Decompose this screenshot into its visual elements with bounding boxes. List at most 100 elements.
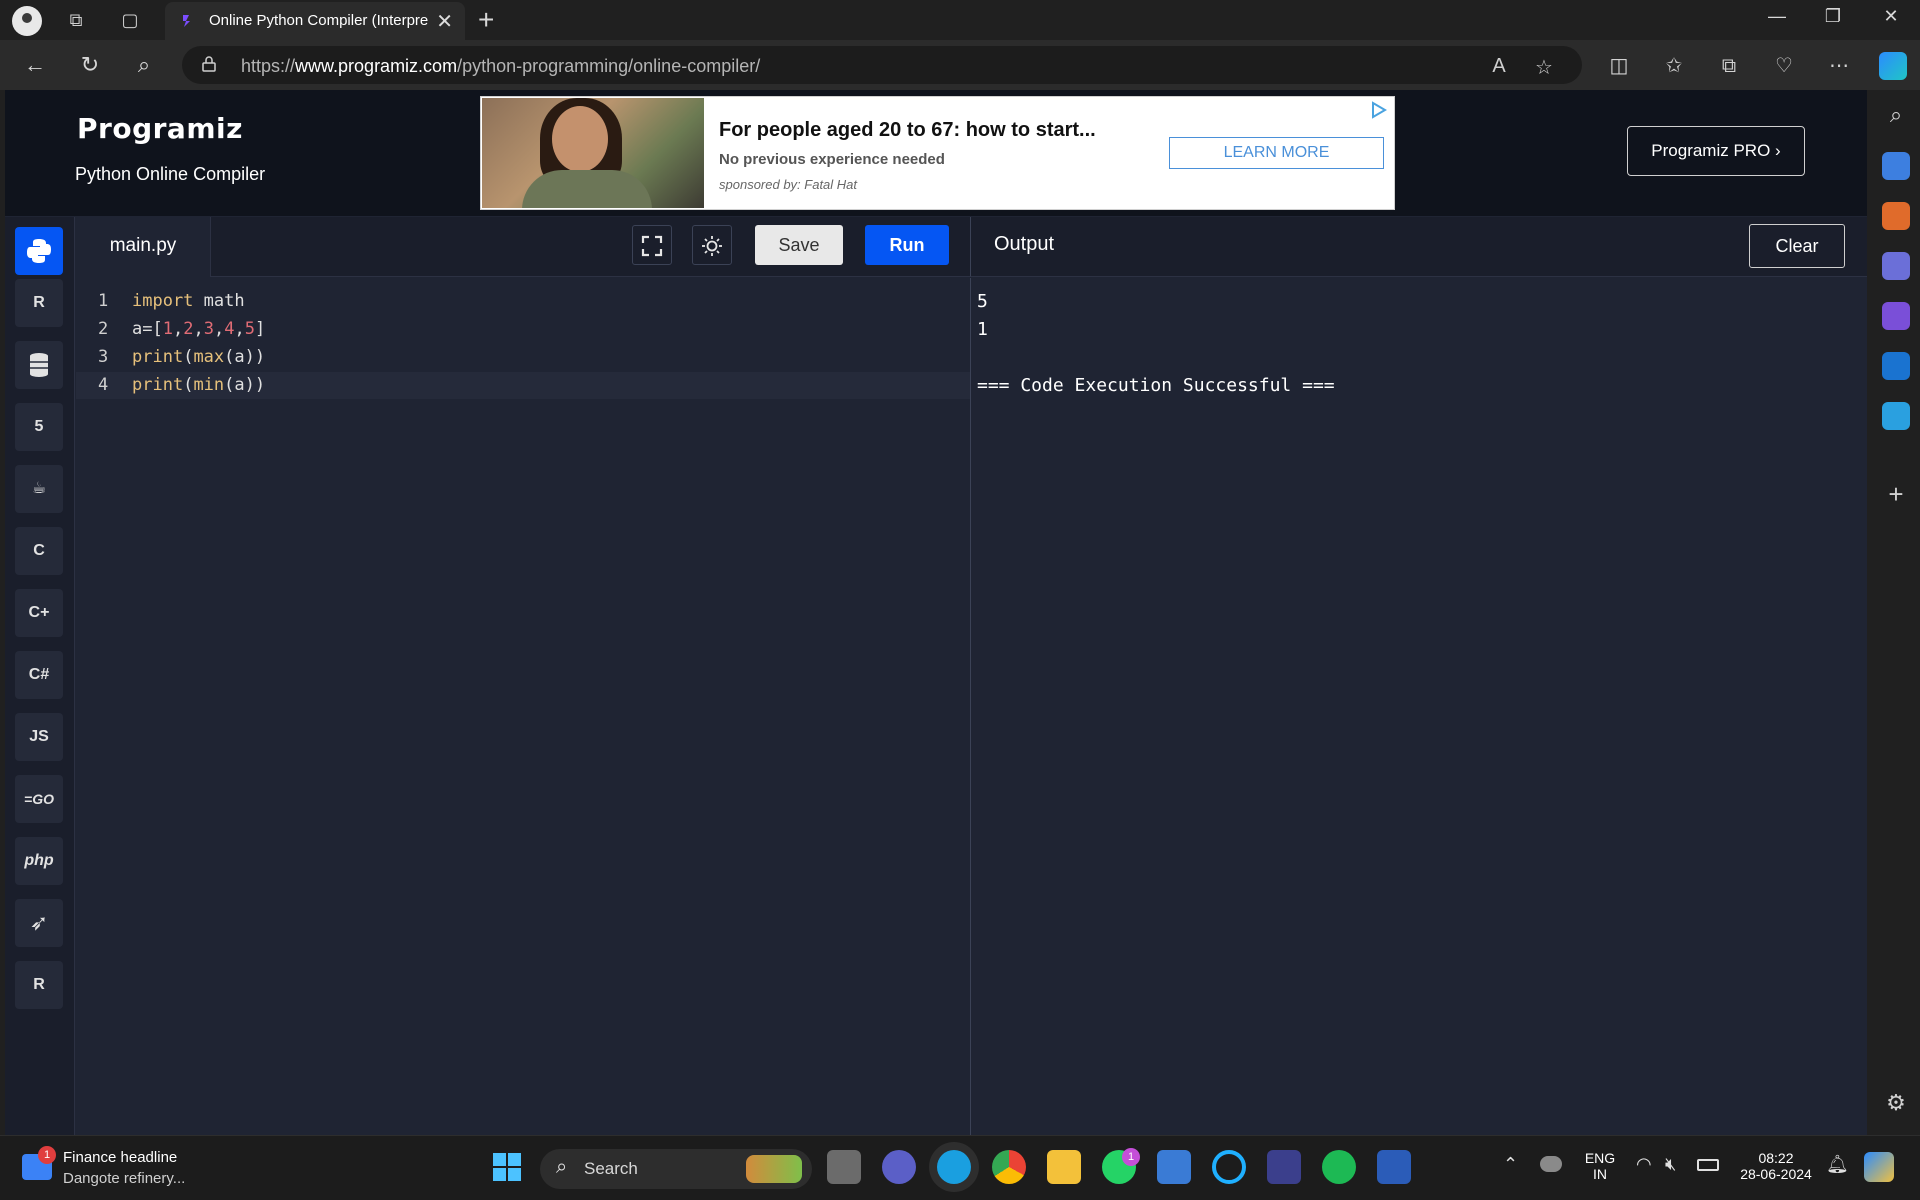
lock-icon (202, 56, 216, 72)
r-lang-icon[interactable]: R (15, 279, 63, 327)
ad-learn-more-button[interactable]: LEARN MORE (1169, 137, 1384, 169)
games-icon[interactable] (1882, 252, 1910, 280)
more-menu-icon[interactable]: ⋯ (1825, 52, 1853, 80)
python-lang-icon[interactable] (15, 227, 63, 275)
show-hidden-icons[interactable]: ⌃ (1503, 1154, 1518, 1175)
battery-icon[interactable] (1697, 1159, 1719, 1171)
close-window-icon[interactable]: ✕ (1871, 6, 1911, 27)
cpp-lang-icon[interactable]: C+ (15, 589, 63, 637)
clear-button[interactable]: Clear (1749, 224, 1845, 268)
copilot-taskbar-icon[interactable] (1864, 1152, 1894, 1182)
split-screen-icon[interactable]: ◫ (1605, 52, 1633, 80)
edge-taskbar-icon[interactable] (937, 1150, 971, 1184)
theme-toggle-button[interactable] (692, 225, 732, 265)
output-console[interactable]: 5 1 === Code Execution Successful === (970, 278, 1867, 1135)
html-lang-icon[interactable]: 5 (15, 403, 63, 451)
rust-lang-icon[interactable]: R (15, 961, 63, 1009)
js-lang-icon[interactable]: JS (15, 713, 63, 761)
save-button[interactable]: Save (755, 225, 843, 265)
onedrive-icon[interactable] (1540, 1156, 1562, 1172)
drop-icon[interactable] (1882, 402, 1910, 430)
new-tab-icon[interactable]: + (478, 4, 494, 36)
browser-essentials-icon[interactable]: ♡ (1770, 52, 1798, 80)
run-button[interactable]: Run (865, 225, 949, 265)
editor-toolbar: main.py Save Run (76, 217, 970, 277)
start-button[interactable] (490, 1150, 524, 1184)
url-text: https://www.programiz.com/python-program… (241, 56, 761, 76)
programiz-favicon (183, 15, 190, 27)
java-lang-icon[interactable]: ☕ (15, 465, 63, 513)
tools-icon[interactable] (1882, 202, 1910, 230)
store-icon[interactable] (1157, 1150, 1191, 1184)
ad-subline: No previous experience needed (719, 151, 945, 168)
line-number: 4 (98, 375, 109, 395)
sidebar-search-icon[interactable]: ⌕ (1882, 102, 1910, 130)
news-widget[interactable]: 1 Finance headline Dangote refinery... (22, 1146, 242, 1190)
collections-icon[interactable]: ⧉ (1715, 52, 1743, 80)
language-indicator[interactable]: ENG IN (1580, 1150, 1620, 1182)
word-icon[interactable] (1377, 1150, 1411, 1184)
adchoices-icon[interactable] (1370, 101, 1388, 119)
tab-actions-icon[interactable]: ▢ (118, 8, 142, 32)
task-view-icon[interactable] (827, 1150, 861, 1184)
programiz-logo[interactable]: Programiz (77, 112, 243, 145)
output-line: 5 (977, 291, 988, 312)
line-number: 1 (98, 291, 109, 311)
fullscreen-button[interactable] (632, 225, 672, 265)
profile-avatar[interactable] (12, 6, 42, 36)
favorites-icon[interactable]: ✩ (1660, 52, 1688, 80)
spotify-icon[interactable] (1322, 1150, 1356, 1184)
taskbar-search-label: Search (584, 1159, 638, 1178)
sidebar-settings-icon[interactable]: ⚙ (1882, 1090, 1910, 1118)
programiz-pro-button[interactable]: Programiz PRO › (1627, 126, 1805, 176)
php-lang-icon[interactable]: php (15, 837, 63, 885)
news-subtitle: Dangote refinery... (63, 1170, 186, 1187)
tab-active[interactable]: Online Python Compiler (Interpre ✕ (165, 2, 465, 40)
file-tab-main[interactable]: main.py (76, 217, 211, 277)
search-icon[interactable]: ⌕ (131, 52, 157, 78)
tab-title: Online Python Compiler (Interpre (209, 12, 429, 29)
add-sidebar-icon[interactable]: + (1882, 480, 1910, 508)
teams-chat-icon[interactable] (882, 1150, 916, 1184)
page-content: Programiz Python Online Compiler For peo… (5, 90, 1867, 1135)
advertisement-banner[interactable]: For people aged 20 to 67: how to start..… (480, 96, 1395, 210)
code-line: 3 print(max(a)) (76, 344, 970, 371)
address-bar-row: ← ↻ ⌕ https://www.programiz.com/python-p… (0, 40, 1920, 90)
code-editor[interactable]: 1 import math 2 a=[1,2,3,4,5] 3 print(ma… (76, 278, 970, 1135)
volume-muted-icon[interactable]: 🔇︎ (1665, 1154, 1676, 1175)
back-icon[interactable]: ← (22, 52, 48, 78)
search-highlight-image (746, 1155, 802, 1183)
clock[interactable]: 08:22 28-06-2024 (1728, 1150, 1824, 1182)
line-number: 2 (98, 319, 109, 339)
sun-icon (702, 236, 722, 256)
windows-logo-icon (493, 1153, 521, 1181)
outlook-icon[interactable] (1882, 352, 1910, 380)
go-lang-icon[interactable]: =GO (15, 775, 63, 823)
microsoft365-icon[interactable] (1882, 302, 1910, 330)
minimize-icon[interactable]: — (1757, 6, 1797, 27)
shopping-icon[interactable] (1882, 152, 1910, 180)
copilot-icon[interactable] (1879, 52, 1907, 80)
favorite-star-icon[interactable]: ☆ (1530, 55, 1558, 80)
whatsapp-badge: 1 (1122, 1148, 1140, 1166)
refresh-icon[interactable]: ↻ (77, 52, 103, 78)
swift-lang-icon[interactable]: ➶ (15, 899, 63, 947)
read-aloud-icon[interactable]: A (1485, 55, 1513, 78)
notification-bell-icon[interactable]: 🔔︎ (1826, 1154, 1849, 1175)
csharp-lang-icon[interactable]: C# (15, 651, 63, 699)
ad-headline[interactable]: For people aged 20 to 67: how to start..… (719, 119, 1096, 142)
wifi-icon[interactable]: ◠ (1636, 1154, 1652, 1175)
sql-lang-icon[interactable] (15, 341, 63, 389)
line-number: 3 (98, 347, 109, 367)
tab-close-icon[interactable]: ✕ (436, 9, 453, 34)
restore-icon[interactable]: ❐ (1813, 6, 1853, 27)
webex-icon[interactable] (1267, 1150, 1301, 1184)
url-field[interactable]: https://www.programiz.com/python-program… (182, 46, 1582, 84)
c-lang-icon[interactable]: C (15, 527, 63, 575)
alexa-icon[interactable] (1212, 1150, 1246, 1184)
code-line: 2 a=[1,2,3,4,5] (76, 316, 970, 343)
workspaces-icon[interactable]: ⧉ (64, 8, 88, 32)
file-explorer-icon[interactable] (1047, 1150, 1081, 1184)
taskbar-search[interactable]: ⌕ Search (540, 1149, 812, 1189)
chrome-taskbar-icon[interactable] (992, 1150, 1026, 1184)
